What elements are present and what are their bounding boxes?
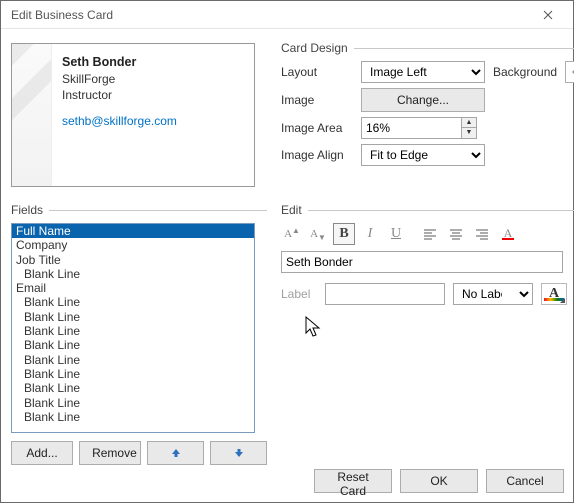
font-color-button[interactable]: A: [497, 223, 519, 245]
preview-email: sethb@skillforge.com: [62, 113, 177, 129]
bucket-icon: [570, 65, 574, 79]
reset-card-button[interactable]: Reset Card: [314, 469, 392, 493]
image-label: Image: [281, 93, 353, 107]
close-icon: [543, 10, 553, 20]
background-label: Background: [493, 65, 557, 79]
layout-select[interactable]: Image Left: [361, 61, 485, 83]
close-button[interactable]: [529, 2, 567, 28]
label-position-select[interactable]: No Label: [453, 283, 533, 305]
bold-button[interactable]: B: [333, 223, 355, 245]
image-align-label: Image Align: [281, 148, 353, 162]
field-list-item[interactable]: Blank Line: [12, 338, 254, 352]
arrow-up-icon: [170, 447, 182, 459]
underline-button[interactable]: U: [385, 223, 407, 245]
window-title: Edit Business Card: [11, 8, 113, 22]
dialog-buttons: Reset Card OK Cancel: [0, 459, 574, 503]
label-font-color-button[interactable]: A: [541, 283, 567, 305]
change-image-button[interactable]: Change...: [361, 88, 485, 112]
background-color-button[interactable]: [565, 61, 574, 83]
field-list-item[interactable]: Company: [12, 238, 254, 252]
field-list-item[interactable]: Blank Line: [12, 324, 254, 338]
field-list-item[interactable]: Blank Line: [12, 353, 254, 367]
card-design-heading: Card Design: [281, 41, 348, 55]
field-list-item[interactable]: Email: [12, 281, 254, 295]
field-list-item[interactable]: Blank Line: [12, 381, 254, 395]
field-list-item[interactable]: Blank Line: [12, 410, 254, 424]
card-accent-image: [12, 44, 52, 186]
field-list-item[interactable]: Blank Line: [12, 367, 254, 381]
cancel-button[interactable]: Cancel: [486, 469, 564, 493]
field-list-item[interactable]: Blank Line: [12, 396, 254, 410]
preview-title: Instructor: [62, 87, 177, 103]
fields-heading: Fields: [11, 203, 43, 217]
image-area-input[interactable]: [361, 117, 461, 139]
field-list-item[interactable]: Job Title: [12, 253, 254, 267]
spinner-down[interactable]: ▼: [461, 128, 477, 139]
align-left-button[interactable]: [419, 223, 441, 245]
arrow-down-icon: [233, 447, 245, 459]
preview-name: Seth Bonder: [62, 54, 177, 71]
field-list-item[interactable]: Full Name: [12, 224, 254, 238]
spinner-up[interactable]: ▲: [461, 117, 477, 128]
label-caption: Label: [281, 287, 317, 301]
label-input[interactable]: [325, 283, 445, 305]
italic-button[interactable]: I: [359, 223, 381, 245]
ok-button[interactable]: OK: [400, 469, 478, 493]
format-toolbar: A▲ A▼ B I U A: [281, 223, 574, 245]
title-bar: Edit Business Card: [1, 1, 573, 29]
preview-company: SkillForge: [62, 71, 177, 87]
fields-section: Fields Full NameCompanyJob TitleBlank Li…: [11, 201, 267, 465]
edit-heading: Edit: [281, 203, 302, 217]
field-list-item[interactable]: Blank Line: [12, 310, 254, 324]
field-list-item[interactable]: Blank Line: [12, 295, 254, 309]
align-right-button[interactable]: [471, 223, 493, 245]
align-center-button[interactable]: [445, 223, 467, 245]
decrease-font-button[interactable]: A▼: [307, 223, 329, 245]
layout-label: Layout: [281, 65, 353, 79]
image-area-label: Image Area: [281, 121, 353, 135]
field-list-item[interactable]: Blank Line: [12, 267, 254, 281]
card-design-section: Card Design Layout Image Left Background…: [281, 39, 574, 187]
edit-section: Edit A▲ A▼ B I U A Label No Label A: [281, 201, 574, 465]
field-value-input[interactable]: [281, 251, 563, 273]
increase-font-button[interactable]: A▲: [281, 223, 303, 245]
card-preview: Seth Bonder SkillForge Instructor sethb@…: [11, 43, 255, 187]
image-align-select[interactable]: Fit to Edge: [361, 144, 485, 166]
fields-listbox[interactable]: Full NameCompanyJob TitleBlank LineEmail…: [11, 223, 255, 433]
